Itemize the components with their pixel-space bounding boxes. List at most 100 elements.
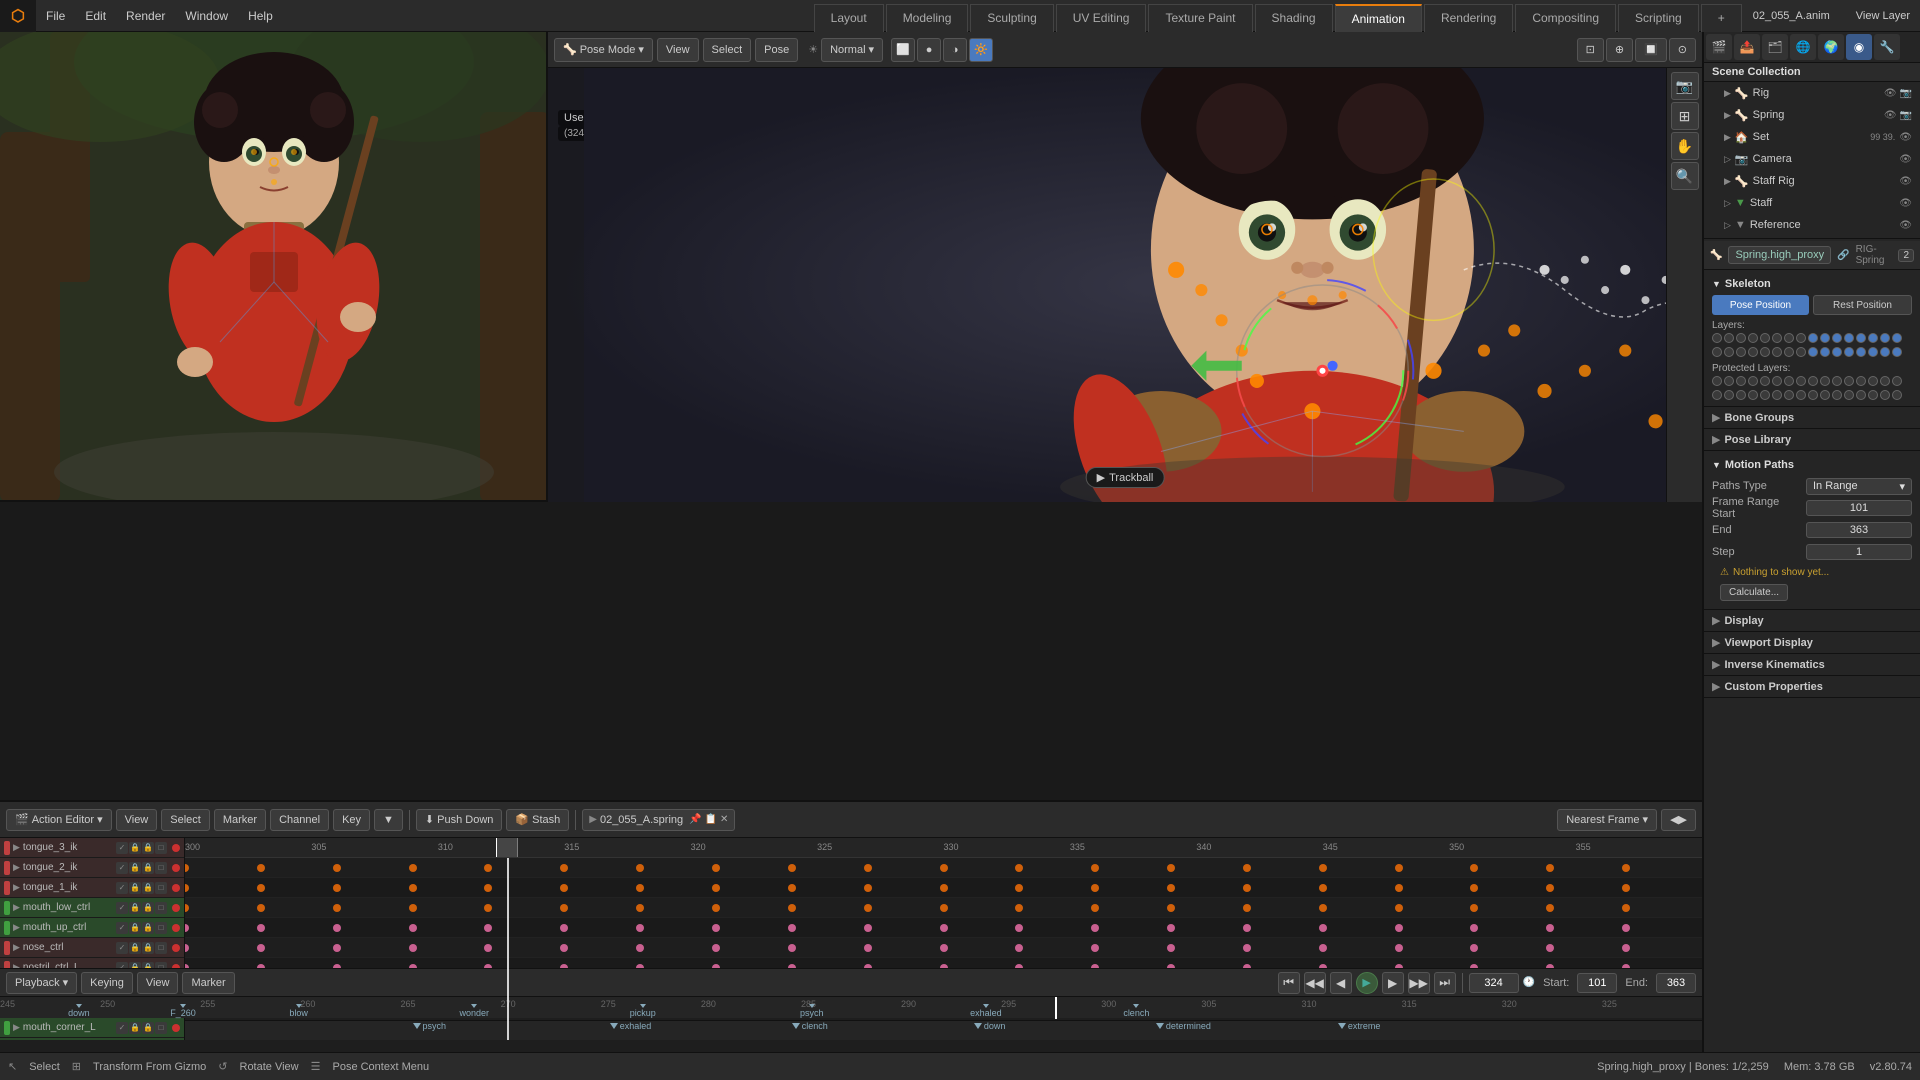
layer-dot-1[interactable] (1724, 390, 1734, 400)
kf-dot-2-25[interactable] (560, 904, 568, 912)
kf-dot-1-30[interactable] (636, 884, 644, 892)
channel-expand-1[interactable]: ▶ (13, 862, 20, 873)
kf-dot-3-45[interactable] (864, 924, 872, 932)
tab-compositing[interactable]: Compositing (1515, 4, 1616, 32)
kf-dot-1-55[interactable] (1015, 884, 1023, 892)
kf-dot-2-60[interactable] (1091, 904, 1099, 912)
layer-dot-10[interactable] (1832, 390, 1842, 400)
motion-paths-title[interactable]: ▼ Motion Paths (1712, 455, 1912, 475)
layer-dot-12[interactable] (1856, 376, 1866, 386)
kf-dot-1-60[interactable] (1091, 884, 1099, 892)
kf-dot-4-5[interactable] (257, 944, 265, 952)
scene-props-icon[interactable]: 🌐 (1790, 34, 1816, 60)
action-editor-select[interactable]: 🎬 Action Editor ▾ (6, 809, 112, 831)
ch-icon-9-0[interactable]: ✓ (116, 1022, 128, 1034)
kf-dot-4-60[interactable] (1091, 944, 1099, 952)
layer-dot-15[interactable] (1892, 390, 1902, 400)
layer-dot-15[interactable] (1892, 376, 1902, 386)
view-layer-props-icon[interactable]: 🗂 (1762, 34, 1788, 60)
layer-dot-4[interactable] (1760, 376, 1770, 386)
gizmo-btn[interactable]: ⊕ (1606, 38, 1633, 62)
pb-view-btn[interactable]: View (137, 972, 179, 994)
layer-dot-1[interactable] (1724, 333, 1734, 343)
channel-row-4[interactable]: ▶mouth_up_ctrl✓🔒🔒□ (0, 918, 184, 938)
kf-dot-3-5[interactable] (257, 924, 265, 932)
kf-dot-2-45[interactable] (864, 904, 872, 912)
ch-icon-2-3[interactable]: □ (155, 882, 167, 894)
kf-dot-0-70[interactable] (1243, 864, 1251, 872)
layer-dot-12[interactable] (1856, 390, 1866, 400)
layer-dot-11[interactable] (1844, 347, 1854, 357)
kf-dot-1-50[interactable] (940, 884, 948, 892)
hand-icon[interactable]: ✋ (1671, 132, 1699, 160)
ch-icon-1-2[interactable]: 🔒 (142, 862, 154, 874)
channel-expand-5[interactable]: ▶ (13, 942, 20, 953)
kf-dot-1-40[interactable] (788, 884, 796, 892)
tab-layout[interactable]: Layout (814, 4, 884, 32)
kf-dot-1-5[interactable] (257, 884, 265, 892)
set-eye-icon[interactable]: 👁 (1899, 132, 1912, 143)
kf-dot-4-85[interactable] (1470, 944, 1478, 952)
layer-dot-3[interactable] (1748, 333, 1758, 343)
layer-dot-15[interactable] (1892, 347, 1902, 357)
kf-dot-2-30[interactable] (636, 904, 644, 912)
zoom-icon[interactable]: 🔍 (1671, 162, 1699, 190)
layer-dot-6[interactable] (1784, 347, 1794, 357)
ch-icon-0-3[interactable]: □ (155, 842, 167, 854)
kf-dot-2-10[interactable] (333, 904, 341, 912)
kf-dot-4-10[interactable] (333, 944, 341, 952)
tl-view-menu[interactable]: View (116, 809, 158, 831)
bone-groups-section[interactable]: ▶ Bone Groups (1704, 407, 1920, 429)
kf-dot-0-15[interactable] (409, 864, 417, 872)
menu-file[interactable]: File (36, 0, 75, 32)
viewport-display-section[interactable]: ▶ Viewport Display (1704, 632, 1920, 654)
channel-row-10[interactable]: ▶cheek_ctrl_L✓🔒🔒□ (0, 1038, 184, 1040)
kf-dot-3-25[interactable] (560, 924, 568, 932)
step-fwd-btn[interactable]: ▶ (1382, 972, 1404, 994)
layer-dot-0[interactable] (1712, 347, 1722, 357)
ch-icon-0-1[interactable]: 🔒 (129, 842, 141, 854)
camera-eye-icon[interactable]: 👁 (1899, 154, 1912, 165)
layer-dot-14[interactable] (1880, 347, 1890, 357)
spring-render-icon[interactable]: 📷 (1900, 110, 1912, 121)
kf-dot-2-65[interactable] (1167, 904, 1175, 912)
grid-icon[interactable]: ⊞ (1671, 102, 1699, 130)
kf-dot-3-70[interactable] (1243, 924, 1251, 932)
kf-dot-4-45[interactable] (864, 944, 872, 952)
snap-frame-btn[interactable]: Nearest Frame ▾ (1557, 809, 1657, 831)
push-down-btn[interactable]: ⬇ Push Down (416, 809, 502, 831)
layer-dot-10[interactable] (1832, 376, 1842, 386)
layer-dot-13[interactable] (1868, 376, 1878, 386)
end-frame-input[interactable]: 363 (1656, 973, 1696, 993)
layer-dot-7[interactable] (1796, 376, 1806, 386)
kf-dot-0-10[interactable] (333, 864, 341, 872)
layer-dot-0[interactable] (1712, 390, 1722, 400)
step-back-btn[interactable]: ◀ (1330, 972, 1352, 994)
channel-expand-4[interactable]: ▶ (13, 922, 20, 933)
ch-icon-3-2[interactable]: 🔒 (142, 902, 154, 914)
rig-eye-icon[interactable]: 👁 (1884, 88, 1897, 99)
kf-dot-0-0[interactable] (185, 864, 189, 872)
kf-dot-4-75[interactable] (1319, 944, 1327, 952)
view-menu-btn[interactable]: View (657, 38, 699, 62)
kf-dot-0-95[interactable] (1622, 864, 1630, 872)
kf-dot-1-70[interactable] (1243, 884, 1251, 892)
kf-dot-1-95[interactable] (1622, 884, 1630, 892)
ch-icon-4-1[interactable]: 🔒 (129, 922, 141, 934)
kf-dot-4-35[interactable] (712, 944, 720, 952)
calculate-btn[interactable]: Calculate... (1720, 584, 1788, 601)
pose-menu-btn[interactable]: Pose (755, 38, 798, 62)
kf-dot-1-85[interactable] (1470, 884, 1478, 892)
layer-dot-6[interactable] (1784, 390, 1794, 400)
tab-sculpting[interactable]: Sculpting (970, 4, 1053, 32)
kf-dot-0-85[interactable] (1470, 864, 1478, 872)
layer-dot-5[interactable] (1772, 347, 1782, 357)
layer-dot-10[interactable] (1832, 333, 1842, 343)
kf-dot-3-50[interactable] (940, 924, 948, 932)
current-frame-input[interactable]: 324 (1469, 973, 1519, 993)
kf-dot-0-20[interactable] (484, 864, 492, 872)
kf-dot-4-15[interactable] (409, 944, 417, 952)
layer-dot-10[interactable] (1832, 347, 1842, 357)
ch-icon-3-0[interactable]: ✓ (116, 902, 128, 914)
tab-uv-editing[interactable]: UV Editing (1056, 4, 1147, 32)
